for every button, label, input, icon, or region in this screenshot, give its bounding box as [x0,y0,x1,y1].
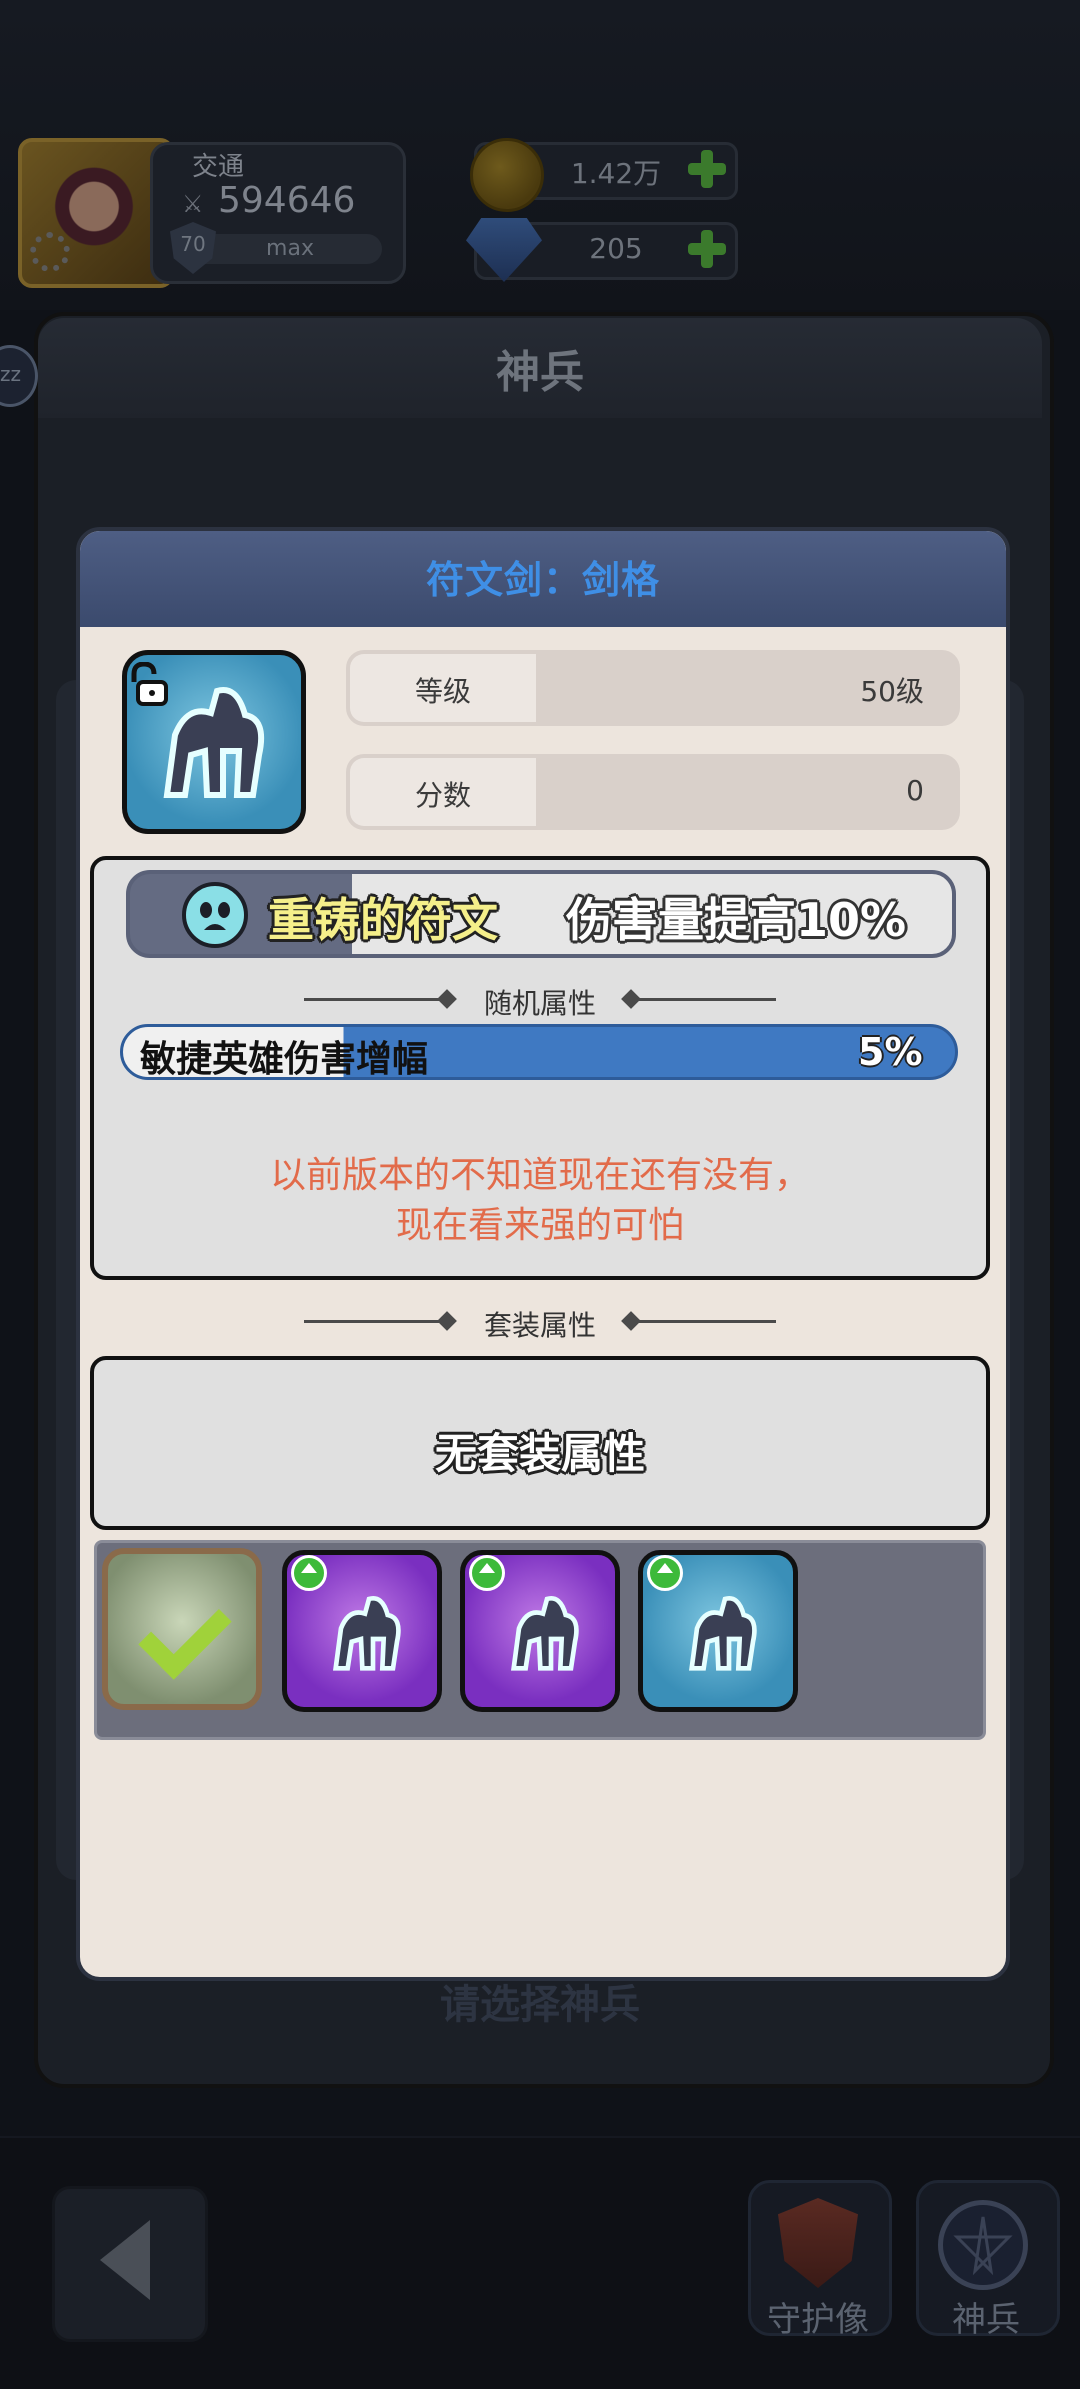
rune-slot[interactable] [460,1550,620,1712]
rune-sword-icon [689,1596,757,1671]
rune-sword-icon [333,1596,401,1671]
add-gems-button[interactable] [686,228,728,270]
rune-slot[interactable] [282,1550,442,1712]
stat-value: 0 [906,774,924,807]
back-arrow-icon [100,2220,150,2300]
upgrade-arrow-icon [469,1555,505,1591]
gold-coin-icon [470,138,544,212]
ghost-face-icon [182,882,248,948]
unlock-icon[interactable] [124,661,170,708]
rune-slot[interactable] [638,1550,798,1712]
gem-amount: 205 [589,232,643,265]
divider-line-left [304,1320,444,1323]
level-status: max [266,236,314,261]
page-title: 神兵 [496,347,584,398]
stat-label: 等级 [414,675,471,708]
stat-row-score: 分数 0 [346,754,960,830]
rune-effect: 伤害量提高10% [566,893,907,947]
player-level: 70 [180,232,206,256]
upgrade-arrow-icon [291,1555,327,1591]
rune-slot-selected[interactable] [102,1548,262,1710]
note-line-1: 以前版本的不知道现在还有没有， [269,1155,810,1196]
checkmark-icon [138,1586,232,1680]
power-icon: ⚔ [182,190,204,218]
stat-value: 50级 [860,675,924,708]
divider-line-left [304,998,444,1001]
player-name: 交通 [192,152,245,182]
gear-icon [30,232,70,272]
upgrade-arrow-icon [647,1555,683,1591]
set-attr-heading: 套装属性 [483,1309,596,1342]
pentagram-icon [938,2200,1028,2290]
gold-amount: 1.42万 [570,157,662,190]
set-attr-text: 无套装属性 [434,1429,645,1478]
modal-title: 符文剑：剑格 [425,558,660,602]
add-gold-button[interactable] [686,148,728,190]
stat-row-level: 等级 50级 [346,650,960,726]
stat-label: 分数 [414,779,471,812]
guardian-nav-label: 守护像 [767,2300,869,2340]
sleep-badge-label: zz [0,362,21,386]
note-line-2: 现在看来强的可怕 [395,1205,684,1246]
random-attr-heading: 随机属性 [483,987,596,1020]
divider-line-right [636,998,776,1001]
combat-power: 594646 [218,180,356,221]
random-attr-value: 5% [858,1030,923,1074]
rune-sword-icon [511,1596,579,1671]
divider-line-right [636,1320,776,1323]
rune-name: 重铸的符文 [268,893,498,947]
random-attr-name: 敏捷英雄伤害增幅 [140,1039,429,1080]
weapon-nav-label: 神兵 [952,2300,1020,2340]
